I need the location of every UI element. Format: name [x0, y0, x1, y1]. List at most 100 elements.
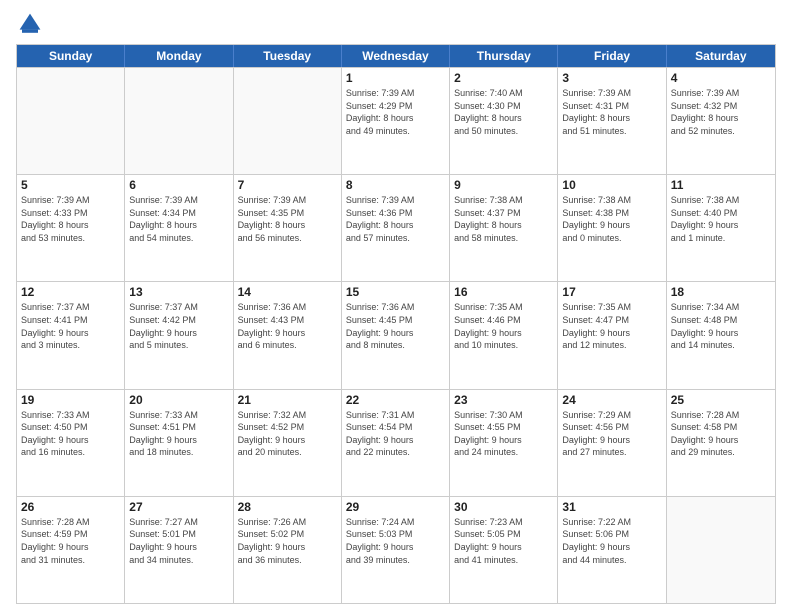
cal-cell: 31 Sunrise: 7:22 AM Sunset: 5:06 PM Dayli… [558, 497, 666, 603]
day-detail: Sunrise: 7:40 AM Sunset: 4:30 PM Dayligh… [454, 87, 553, 137]
day-number: 16 [454, 285, 553, 299]
day-detail: Sunrise: 7:28 AM Sunset: 4:59 PM Dayligh… [21, 516, 120, 566]
day-number: 10 [562, 178, 661, 192]
cal-cell: 5 Sunrise: 7:39 AM Sunset: 4:33 PM Daylig… [17, 175, 125, 281]
day-number: 26 [21, 500, 120, 514]
cal-cell: 14Sunrise: 7:36 AM Sunset: 4:43 PM Dayli… [234, 282, 342, 388]
day-number: 3 [562, 71, 661, 85]
day-detail: Sunrise: 7:38 AM Sunset: 4:38 PM Dayligh… [562, 194, 661, 244]
header-day-sunday: Sunday [17, 45, 125, 67]
calendar-body: 1 Sunrise: 7:39 AM Sunset: 4:29 PM Daylig… [17, 67, 775, 603]
cal-cell: 3 Sunrise: 7:39 AM Sunset: 4:31 PM Daylig… [558, 68, 666, 174]
cal-cell: 26 Sunrise: 7:28 AM Sunset: 4:59 PM Dayli… [17, 497, 125, 603]
calendar: SundayMondayTuesdayWednesdayThursdayFrid… [16, 44, 776, 604]
day-detail: Sunrise: 7:35 AM Sunset: 4:47 PM Dayligh… [562, 301, 661, 351]
cal-week-3: 19Sunrise: 7:33 AM Sunset: 4:50 PM Dayli… [17, 389, 775, 496]
day-number: 15 [346, 285, 445, 299]
day-number: 25 [671, 393, 771, 407]
day-number: 23 [454, 393, 553, 407]
cal-cell [234, 68, 342, 174]
cal-cell: 2 Sunrise: 7:40 AM Sunset: 4:30 PM Daylig… [450, 68, 558, 174]
cal-cell: 8 Sunrise: 7:39 AM Sunset: 4:36 PM Daylig… [342, 175, 450, 281]
day-detail: Sunrise: 7:36 AM Sunset: 4:45 PM Dayligh… [346, 301, 445, 351]
day-number: 17 [562, 285, 661, 299]
day-number: 11 [671, 178, 771, 192]
day-detail: Sunrise: 7:24 AM Sunset: 5:03 PM Dayligh… [346, 516, 445, 566]
day-detail: Sunrise: 7:39 AM Sunset: 4:32 PM Dayligh… [671, 87, 771, 137]
day-detail: Sunrise: 7:38 AM Sunset: 4:37 PM Dayligh… [454, 194, 553, 244]
day-detail: Sunrise: 7:39 AM Sunset: 4:33 PM Dayligh… [21, 194, 120, 244]
header-day-thursday: Thursday [450, 45, 558, 67]
day-number: 27 [129, 500, 228, 514]
day-detail: Sunrise: 7:26 AM Sunset: 5:02 PM Dayligh… [238, 516, 337, 566]
day-detail: Sunrise: 7:23 AM Sunset: 5:05 PM Dayligh… [454, 516, 553, 566]
cal-cell: 16 Sunrise: 7:35 AM Sunset: 4:46 PM Dayli… [450, 282, 558, 388]
cal-week-1: 5 Sunrise: 7:39 AM Sunset: 4:33 PM Daylig… [17, 174, 775, 281]
day-detail: Sunrise: 7:30 AM Sunset: 4:55 PM Dayligh… [454, 409, 553, 459]
day-detail: Sunrise: 7:31 AM Sunset: 4:54 PM Dayligh… [346, 409, 445, 459]
day-detail: Sunrise: 7:34 AM Sunset: 4:48 PM Dayligh… [671, 301, 771, 351]
cal-cell: 9Sunrise: 7:38 AM Sunset: 4:37 PM Daylig… [450, 175, 558, 281]
header-day-tuesday: Tuesday [234, 45, 342, 67]
cal-week-4: 26 Sunrise: 7:28 AM Sunset: 4:59 PM Dayli… [17, 496, 775, 603]
day-detail: Sunrise: 7:39 AM Sunset: 4:36 PM Dayligh… [346, 194, 445, 244]
calendar-header-row: SundayMondayTuesdayWednesdayThursdayFrid… [17, 45, 775, 67]
cal-cell: 24 Sunrise: 7:29 AM Sunset: 4:56 PM Dayli… [558, 390, 666, 496]
day-number: 30 [454, 500, 553, 514]
day-number: 20 [129, 393, 228, 407]
day-number: 29 [346, 500, 445, 514]
day-number: 8 [346, 178, 445, 192]
day-number: 31 [562, 500, 661, 514]
cal-cell [125, 68, 233, 174]
cal-cell: 23 Sunrise: 7:30 AM Sunset: 4:55 PM Dayli… [450, 390, 558, 496]
day-detail: Sunrise: 7:32 AM Sunset: 4:52 PM Dayligh… [238, 409, 337, 459]
day-number: 6 [129, 178, 228, 192]
day-detail: Sunrise: 7:27 AM Sunset: 5:01 PM Dayligh… [129, 516, 228, 566]
logo [16, 12, 42, 36]
day-number: 18 [671, 285, 771, 299]
day-detail: Sunrise: 7:38 AM Sunset: 4:40 PM Dayligh… [671, 194, 771, 244]
day-detail: Sunrise: 7:35 AM Sunset: 4:46 PM Dayligh… [454, 301, 553, 351]
cal-cell: 21 Sunrise: 7:32 AM Sunset: 4:52 PM Dayli… [234, 390, 342, 496]
cal-cell: 27 Sunrise: 7:27 AM Sunset: 5:01 PM Dayli… [125, 497, 233, 603]
day-number: 12 [21, 285, 120, 299]
cal-cell: 22 Sunrise: 7:31 AM Sunset: 4:54 PM Dayli… [342, 390, 450, 496]
day-number: 21 [238, 393, 337, 407]
day-detail: Sunrise: 7:37 AM Sunset: 4:41 PM Dayligh… [21, 301, 120, 351]
day-detail: Sunrise: 7:39 AM Sunset: 4:35 PM Dayligh… [238, 194, 337, 244]
day-detail: Sunrise: 7:39 AM Sunset: 4:29 PM Dayligh… [346, 87, 445, 137]
calendar-container: SundayMondayTuesdayWednesdayThursdayFrid… [0, 0, 792, 612]
header-day-friday: Friday [558, 45, 666, 67]
day-detail: Sunrise: 7:33 AM Sunset: 4:51 PM Dayligh… [129, 409, 228, 459]
cal-cell: 4 Sunrise: 7:39 AM Sunset: 4:32 PM Daylig… [667, 68, 775, 174]
day-number: 28 [238, 500, 337, 514]
day-number: 4 [671, 71, 771, 85]
day-detail: Sunrise: 7:28 AM Sunset: 4:58 PM Dayligh… [671, 409, 771, 459]
day-detail: Sunrise: 7:22 AM Sunset: 5:06 PM Dayligh… [562, 516, 661, 566]
day-number: 22 [346, 393, 445, 407]
cal-cell: 6 Sunrise: 7:39 AM Sunset: 4:34 PM Daylig… [125, 175, 233, 281]
cal-cell: 1 Sunrise: 7:39 AM Sunset: 4:29 PM Daylig… [342, 68, 450, 174]
day-number: 1 [346, 71, 445, 85]
day-detail: Sunrise: 7:36 AM Sunset: 4:43 PM Dayligh… [238, 301, 337, 351]
day-detail: Sunrise: 7:29 AM Sunset: 4:56 PM Dayligh… [562, 409, 661, 459]
logo-icon [18, 12, 42, 36]
cal-cell: 20 Sunrise: 7:33 AM Sunset: 4:51 PM Dayli… [125, 390, 233, 496]
cal-cell [667, 497, 775, 603]
day-detail: Sunrise: 7:33 AM Sunset: 4:50 PM Dayligh… [21, 409, 120, 459]
day-detail: Sunrise: 7:39 AM Sunset: 4:34 PM Dayligh… [129, 194, 228, 244]
day-number: 24 [562, 393, 661, 407]
day-number: 7 [238, 178, 337, 192]
day-number: 2 [454, 71, 553, 85]
cal-cell: 25 Sunrise: 7:28 AM Sunset: 4:58 PM Dayli… [667, 390, 775, 496]
cal-cell: 29 Sunrise: 7:24 AM Sunset: 5:03 PM Dayli… [342, 497, 450, 603]
day-number: 5 [21, 178, 120, 192]
cal-cell: 13Sunrise: 7:37 AM Sunset: 4:42 PM Dayli… [125, 282, 233, 388]
header-day-saturday: Saturday [667, 45, 775, 67]
cal-cell: 18 Sunrise: 7:34 AM Sunset: 4:48 PM Dayli… [667, 282, 775, 388]
day-detail: Sunrise: 7:39 AM Sunset: 4:31 PM Dayligh… [562, 87, 661, 137]
cal-week-2: 12 Sunrise: 7:37 AM Sunset: 4:41 PM Dayli… [17, 281, 775, 388]
cal-cell: 28 Sunrise: 7:26 AM Sunset: 5:02 PM Dayli… [234, 497, 342, 603]
cal-cell: 12 Sunrise: 7:37 AM Sunset: 4:41 PM Dayli… [17, 282, 125, 388]
cal-cell: 19Sunrise: 7:33 AM Sunset: 4:50 PM Dayli… [17, 390, 125, 496]
